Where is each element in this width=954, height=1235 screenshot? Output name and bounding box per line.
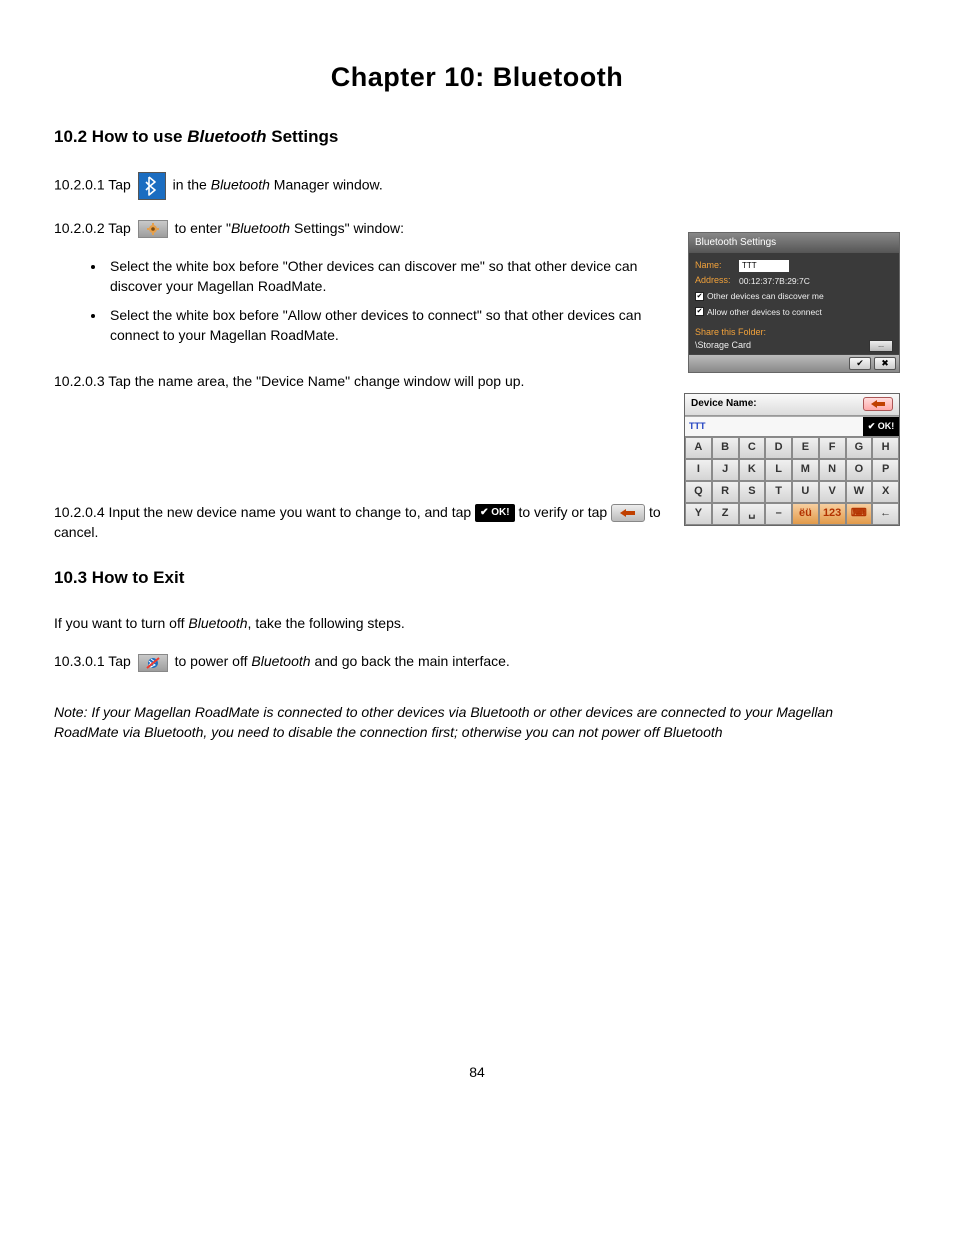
text: to enter "	[175, 220, 231, 236]
key: X	[872, 481, 899, 503]
text: and go back the main interface.	[311, 653, 510, 669]
back-icon	[611, 504, 645, 522]
key: V	[819, 481, 846, 503]
text: 10.2.0.2 Tap	[54, 220, 135, 236]
bt-check2-text: Allow other devices to connect	[707, 306, 822, 318]
kb-grid: A B C D E F G H I J K L M N O P Q R S T …	[685, 437, 899, 525]
cancel-button-icon: ✖	[874, 357, 896, 370]
key: D	[765, 437, 792, 459]
text: 10.2.0.3 Tap the name area, the "Device …	[54, 373, 524, 389]
title-em: Bluetooth	[187, 127, 266, 146]
key-backspace: ←	[872, 503, 899, 525]
page-number: 84	[54, 1062, 900, 1082]
key-space: ␣	[739, 503, 766, 525]
key: S	[739, 481, 766, 503]
key: J	[712, 459, 739, 481]
key: G	[846, 437, 873, 459]
bt-share-label: Share this Folder:	[695, 326, 893, 339]
key: H	[872, 437, 899, 459]
bt-name-label: Name:	[695, 259, 739, 272]
text: Manager window.	[270, 177, 383, 193]
figure-device-name-keyboard: Device Name: TTT ✔ OK! A B C D E F G H I…	[684, 393, 900, 526]
bt-check-discover: ✔ Other devices can discover me	[695, 290, 893, 302]
text: , take the following steps.	[248, 615, 405, 631]
kb-input-value: TTT	[685, 417, 863, 436]
back-icon	[863, 397, 893, 411]
key: O	[846, 459, 873, 481]
key: A	[685, 437, 712, 459]
section-10-2-title: 10.2 How to use Bluetooth Settings	[54, 125, 900, 150]
key: Q	[685, 481, 712, 503]
text-em: Bluetooth	[251, 653, 310, 669]
key: L	[765, 459, 792, 481]
key: C	[739, 437, 766, 459]
text: 10.2.0.1 Tap	[54, 177, 135, 193]
text: to verify or tap	[518, 504, 611, 520]
key: N	[819, 459, 846, 481]
title-pre: 10.2 How to use	[54, 127, 187, 146]
key: R	[712, 481, 739, 503]
key: Y	[685, 503, 712, 525]
text: to power off	[175, 653, 252, 669]
title-post: Settings	[267, 127, 339, 146]
key: I	[685, 459, 712, 481]
bt-addr-value: 00:12:37:7B:29:7C	[739, 275, 810, 287]
bluetooth-icon	[138, 172, 166, 200]
kb-title: Device Name:	[691, 397, 757, 412]
chapter-title: Chapter 10: Bluetooth	[54, 58, 900, 97]
bt-check1-text: Other devices can discover me	[707, 290, 824, 302]
key: U	[792, 481, 819, 503]
key: T	[765, 481, 792, 503]
gear-icon	[138, 220, 168, 238]
bt-check-connect: ✔ Allow other devices to connect	[695, 306, 893, 318]
step-10-2-0-1: 10.2.0.1 Tap in the Bluetooth Manager wi…	[54, 172, 900, 200]
text-em: Bluetooth	[211, 177, 270, 193]
checkbox-icon: ✔	[695, 292, 704, 301]
bt-settings-header: Bluetooth Settings	[689, 233, 899, 254]
key: M	[792, 459, 819, 481]
text: 10.3.0.1 Tap	[54, 653, 135, 669]
key-keyboard: ⌨	[846, 503, 873, 525]
key: E	[792, 437, 819, 459]
text-em: Bluetooth	[231, 220, 290, 236]
note-text: Note: If your Magellan RoadMate is conne…	[54, 702, 900, 743]
key: P	[872, 459, 899, 481]
text: If you want to turn off	[54, 615, 188, 631]
figure-bluetooth-settings: Bluetooth Settings Name: TTT Address: 00…	[688, 232, 900, 373]
browse-button: ...	[869, 340, 893, 352]
key: Z	[712, 503, 739, 525]
bluetooth-off-icon	[138, 654, 168, 672]
checkbox-icon: ✔	[695, 307, 704, 316]
text: Settings" window:	[290, 220, 404, 236]
section-10-3-title: 10.3 How to Exit	[54, 566, 900, 591]
step-10-3-0-1: 10.3.0.1 Tap to power off Bluetooth and …	[54, 651, 900, 671]
text: 10.2.0.4 Input the new device name you w…	[54, 504, 475, 520]
bt-name-field: TTT	[739, 260, 789, 272]
kb-ok-button: ✔ OK!	[863, 417, 899, 436]
key: K	[739, 459, 766, 481]
key: W	[846, 481, 873, 503]
exit-intro: If you want to turn off Bluetooth, take …	[54, 613, 900, 633]
text-em: Bluetooth	[188, 615, 247, 631]
key-123: 123	[819, 503, 846, 525]
key: F	[819, 437, 846, 459]
step-10-2-0-3: 10.2.0.3 Tap the name area, the "Device …	[54, 371, 900, 391]
ok-icon: OK!	[475, 504, 515, 523]
confirm-button-icon: ✔	[849, 357, 871, 370]
text: in the	[173, 177, 211, 193]
bt-folder: \Storage Card	[695, 339, 751, 352]
key: B	[712, 437, 739, 459]
bt-addr-label: Address:	[695, 274, 739, 287]
key-dash: –	[765, 503, 792, 525]
key-accents: ëü	[792, 503, 819, 525]
